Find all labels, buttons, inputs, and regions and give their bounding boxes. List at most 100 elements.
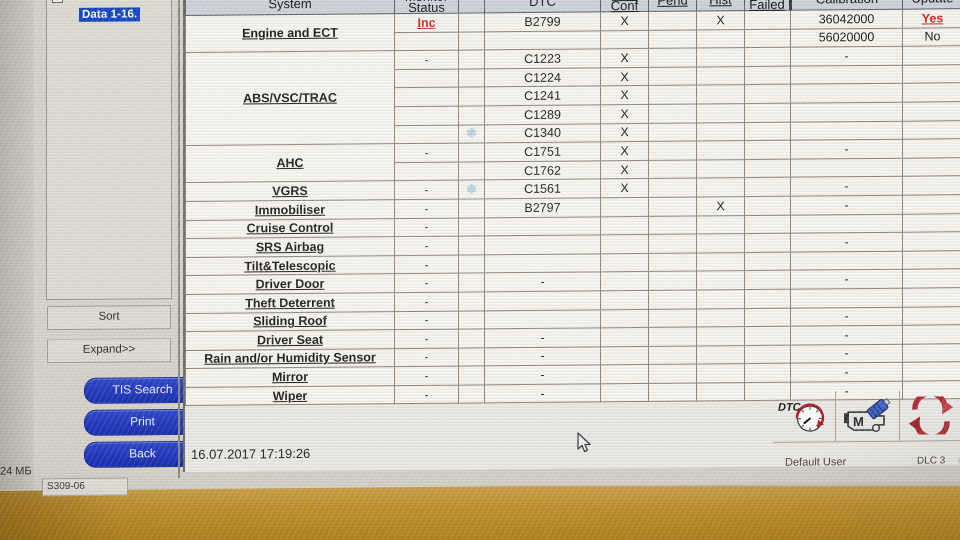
icon-cell-empty	[458, 12, 485, 32]
dtc-code-cell: B2799	[484, 11, 601, 32]
col-header-dtc[interactable]: DTC	[484, 0, 601, 13]
toolbar-icons: DTC M	[773, 390, 960, 443]
calibration-cell: 56020000	[790, 27, 903, 48]
update-cell	[902, 343, 960, 363]
system-name-cell[interactable]: Mirror	[185, 366, 395, 388]
sidebar: − Health Check Data 1-16. Sort Expand>> …	[34, 0, 201, 476]
footer-dlc-label: DLC 3	[917, 455, 946, 467]
test-failed-cell	[744, 214, 791, 234]
dtc-code-cell	[484, 216, 601, 236]
update-cell	[902, 306, 960, 326]
test-failed-cell	[744, 307, 791, 327]
system-name-cell[interactable]: Wiper	[185, 385, 395, 406]
monitor-status-cell: -	[394, 347, 459, 367]
icon-cell-empty	[458, 161, 485, 181]
update-cell: Yes	[902, 8, 960, 28]
icon-cell-empty	[458, 291, 485, 311]
update-cell	[902, 138, 960, 158]
calibration-cell: -	[790, 343, 903, 364]
mouse-cursor	[577, 432, 591, 453]
system-name-cell[interactable]: Engine and ECT	[185, 13, 395, 53]
test-failed-cell	[744, 196, 791, 216]
expand-button[interactable]: Expand>>	[47, 338, 171, 364]
monitor-status-value: -	[424, 201, 429, 216]
tree-item-data-1-16[interactable]: Data 1-16.	[79, 7, 141, 22]
system-name-cell[interactable]: AHC	[185, 143, 395, 183]
system-name-cell[interactable]: Sliding Roof	[185, 311, 395, 332]
system-name-cell[interactable]: Cruise Control	[185, 218, 395, 239]
test-failed-cell	[744, 158, 791, 178]
dtc-code-cell	[484, 30, 601, 51]
test-failed-cell	[744, 10, 791, 30]
hist-cell: X	[696, 10, 745, 30]
monitor-status-value: -	[424, 52, 429, 67]
monitor-status-cell: -	[394, 273, 459, 293]
update-cell	[902, 231, 960, 251]
pend-cell	[648, 252, 697, 272]
test-failed-cell	[744, 47, 791, 67]
icon-cell-empty	[458, 347, 485, 367]
update-yes-link[interactable]: Yes	[922, 11, 944, 25]
update-cell	[902, 120, 960, 140]
col-header-test-failed[interactable]: Test Failed	[744, 0, 791, 12]
col-header-curr-conf[interactable]: Curr Conf	[600, 0, 649, 13]
pend-cell	[648, 364, 697, 384]
system-label: Wiper	[272, 388, 308, 403]
snowflake-glyph: ❄	[466, 181, 477, 197]
monitor-status-link[interactable]: Inc	[417, 16, 435, 30]
system-name-cell[interactable]: Tilt&Telescopic	[185, 255, 395, 276]
monitor-status-cell: -	[394, 310, 459, 330]
col-header-pend[interactable]: Pend	[648, 0, 697, 12]
curr-conf-cell	[600, 364, 649, 384]
col-header-hist[interactable]: Hist	[696, 0, 745, 12]
system-name-cell[interactable]: Driver Seat	[185, 329, 395, 351]
dtc-code-cell: B2797	[484, 197, 601, 218]
icon-cell-empty	[458, 143, 485, 162]
pend-cell	[648, 196, 697, 216]
system-name-cell[interactable]: Theft Deterrent	[185, 292, 395, 313]
pend-cell	[648, 11, 697, 31]
col-header-monitor-status[interactable]: Monitor Status	[394, 0, 459, 15]
monitor-status-cell: -	[394, 329, 459, 349]
monitor-status-cell: -	[394, 291, 459, 312]
icon-cell-empty	[458, 328, 485, 348]
icon-cell-empty	[458, 31, 485, 51]
health-check-tree-panel: − Health Check Data 1-16.	[46, 0, 172, 301]
tree-root-health-check[interactable]: − Health Check	[52, 0, 140, 3]
hist-cell	[696, 140, 745, 160]
sort-button[interactable]: Sort	[47, 305, 171, 331]
curr-conf-cell: X	[600, 104, 649, 124]
dtc-code-cell: C1751	[484, 141, 601, 162]
update-cell: No	[902, 27, 960, 47]
update-cell	[902, 176, 960, 196]
curr-conf-cell	[600, 215, 649, 235]
system-name-cell[interactable]: VGRS	[185, 180, 395, 202]
system-name-cell[interactable]: Rain and/or Humidity Sensor	[185, 348, 395, 369]
pend-cell	[648, 215, 697, 235]
pend-cell	[648, 141, 697, 161]
monitor-status-value: -	[424, 313, 429, 328]
system-name-cell[interactable]: SRS Airbag	[185, 236, 395, 258]
engine-mt-icon[interactable]: M	[835, 390, 899, 443]
system-label: Immobiliser	[254, 202, 326, 218]
curr-conf-cell	[600, 346, 649, 366]
dtc-code-cell: C1224	[484, 67, 601, 88]
update-cell	[902, 213, 960, 233]
hist-cell	[696, 177, 745, 197]
monitor-status-cell	[394, 31, 459, 51]
dtc-gauge-icon[interactable]: DTC	[773, 391, 836, 443]
tree-expander-icon[interactable]: −	[52, 0, 63, 3]
curr-conf-cell: X	[600, 11, 649, 31]
refresh-arrows-icon[interactable]	[898, 390, 960, 442]
health-check-main-panel: System Monitor Status DTC Curr Conf Pend…	[183, 0, 960, 472]
test-failed-cell	[744, 28, 791, 48]
snowflake-icon: ❄	[458, 180, 485, 200]
calibration-cell: -	[790, 46, 903, 66]
icon-cell-empty	[458, 68, 485, 88]
system-name-cell[interactable]: Immobiliser	[185, 199, 395, 220]
system-name-cell[interactable]: ABS/VSC/TRAC	[185, 50, 395, 146]
system-name-cell[interactable]: Driver Door	[185, 273, 395, 295]
icon-cell-empty	[458, 366, 485, 385]
icon-cell-empty	[458, 273, 485, 292]
pend-cell	[648, 159, 697, 179]
